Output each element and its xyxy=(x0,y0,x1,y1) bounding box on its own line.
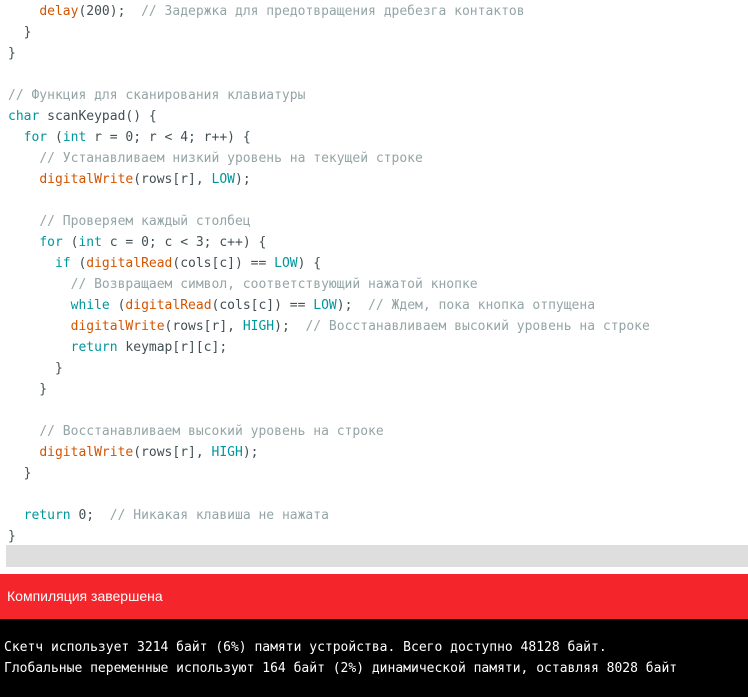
code-token: LOW xyxy=(274,256,298,271)
code-token: } xyxy=(8,46,16,61)
code-token: // Никакая клавиша не нажата xyxy=(109,508,329,523)
code-token: ); xyxy=(274,319,306,334)
code-token: (cols[c]) == xyxy=(211,298,314,313)
code-line: // Возвращаем символ, соответствующий на… xyxy=(8,274,478,295)
code-token: digitalWrite xyxy=(39,445,134,460)
code-token: for xyxy=(23,130,48,145)
code-line: delay(200); // Задержка для предотвращен… xyxy=(8,1,525,22)
code-token: LOW xyxy=(211,172,235,187)
code-token: // Восстанавливаем высокий уровень на ст… xyxy=(39,424,384,439)
code-token: char xyxy=(8,109,40,124)
code-line: digitalWrite(rows[r], HIGH); // Восстана… xyxy=(8,316,650,337)
code-token: (cols[c]) == xyxy=(172,256,275,271)
code-token: int xyxy=(78,235,102,250)
code-token: digitalWrite xyxy=(70,319,165,334)
code-line: } xyxy=(8,22,32,43)
code-token: HIGH xyxy=(242,319,275,334)
console-line: Глобальные переменные используют 164 бай… xyxy=(4,661,678,676)
code-line: // Проверяем каждый столбец xyxy=(8,211,251,232)
code-token: ); xyxy=(235,172,251,187)
code-token: while xyxy=(70,298,110,313)
code-line: } xyxy=(8,379,47,400)
code-token: // Восстанавливаем высокий уровень на ст… xyxy=(305,319,650,334)
code-token: ); xyxy=(242,445,259,460)
code-line: } xyxy=(8,358,63,379)
code-token: digitalWrite xyxy=(39,172,134,187)
code-token: // Проверяем каждый столбец xyxy=(39,214,251,229)
code-line: } xyxy=(8,43,16,64)
code-token: // Функция для сканирования клавиатуры xyxy=(8,88,306,103)
code-line: } xyxy=(8,526,16,545)
code-token: keymap[r][c]; xyxy=(117,340,228,355)
code-token: ( xyxy=(47,130,63,145)
code-token: ) { xyxy=(297,256,322,271)
code-token: (rows[r], xyxy=(133,172,212,187)
code-token: ); xyxy=(336,298,369,313)
code-line: } xyxy=(8,463,32,484)
code-token: HIGH xyxy=(211,445,243,460)
code-line: char scanKeypad() { xyxy=(8,106,157,127)
code-token: ( xyxy=(109,298,126,313)
code-token: (rows[r], xyxy=(133,445,212,460)
code-token: delay xyxy=(39,4,79,19)
code-token: digitalRead xyxy=(125,298,212,313)
code-token: (200); xyxy=(78,4,142,19)
console-output[interactable]: Скетч использует 3214 байт (6%) памяти у… xyxy=(0,619,748,697)
code-token: // Устанавливаем низкий уровень на текущ… xyxy=(39,151,423,166)
code-token: } xyxy=(8,529,16,544)
status-bar: Компиляция завершена xyxy=(0,574,748,619)
code-token: if xyxy=(54,256,71,271)
code-line: // Восстанавливаем высокий уровень на ст… xyxy=(8,421,384,442)
code-line: digitalWrite(rows[r], LOW); xyxy=(8,169,251,190)
code-token: 0; xyxy=(70,508,110,523)
code-line: digitalWrite(rows[r], HIGH); xyxy=(8,442,258,463)
code-token: } xyxy=(8,361,63,376)
code-token: r = 0; r < 4; r++) { xyxy=(86,130,251,145)
code-token: } xyxy=(8,466,32,481)
code-token: } xyxy=(8,382,48,397)
code-line: return 0; // Никакая клавиша не нажата xyxy=(8,505,329,526)
code-token: LOW xyxy=(313,298,337,313)
code-line: // Функция для сканирования клавиатуры xyxy=(8,85,305,106)
code-line: for (int r = 0; r < 4; r++) { xyxy=(8,127,251,148)
code-token: // Задержка для предотвращения дребезга … xyxy=(141,4,525,19)
code-token: digitalRead xyxy=(86,256,173,271)
code-token: // Возвращаем символ, соответствующий на… xyxy=(70,277,478,292)
code-token: for xyxy=(39,235,63,250)
code-line: // Устанавливаем низкий уровень на текущ… xyxy=(8,148,423,169)
code-token: // Ждем, пока кнопка отпущена xyxy=(368,298,596,313)
code-token: (rows[r], xyxy=(164,319,243,334)
code-token: return xyxy=(70,340,118,355)
code-editor[interactable]: delay(200); // Задержка для предотвращен… xyxy=(0,0,748,545)
console-line: Скетч использует 3214 байт (6%) памяти у… xyxy=(4,640,607,655)
code-line: for (int c = 0; c < 3; c++) { xyxy=(8,232,266,253)
code-token: scanKeypad() { xyxy=(39,109,157,124)
status-message: Компиляция завершена xyxy=(7,588,163,604)
code-token: ( xyxy=(62,235,79,250)
code-line: while (digitalRead(cols[c]) == LOW); // … xyxy=(8,295,595,316)
editor-horizontal-scrollbar[interactable] xyxy=(6,545,748,567)
code-line: if (digitalRead(cols[c]) == LOW) { xyxy=(8,253,321,274)
code-token: int xyxy=(62,130,87,145)
code-token: return xyxy=(23,508,71,523)
code-token: c = 0; c < 3; c++) { xyxy=(101,235,267,250)
code-token: ( xyxy=(70,256,87,271)
code-line: return keymap[r][c]; xyxy=(8,337,228,358)
code-token: } xyxy=(8,25,32,40)
